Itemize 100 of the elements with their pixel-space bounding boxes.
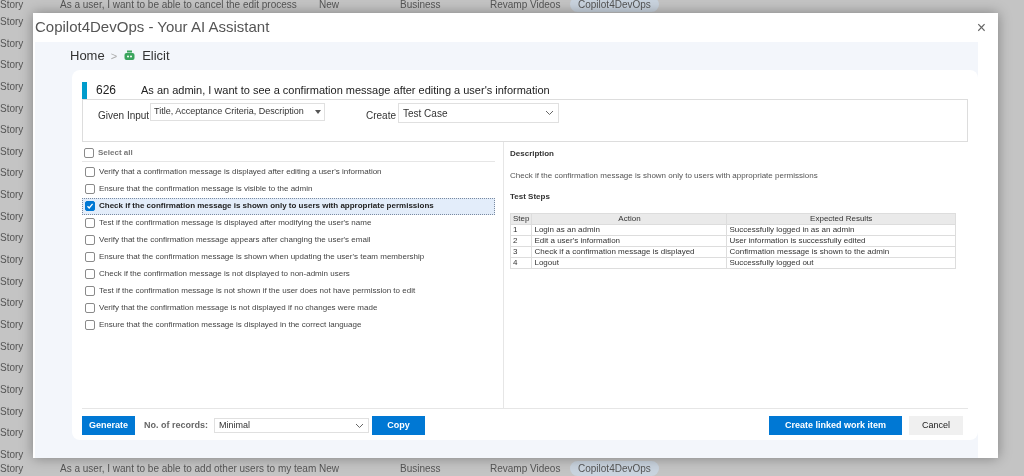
work-item-tag[interactable]: Copilot4DevOps <box>570 0 659 12</box>
test-case-label: Verify that a confirmation message is displayed after editing a user's information <box>99 166 382 179</box>
work-item-iteration: Revamp Videos <box>490 0 560 12</box>
work-item-type: Story <box>0 0 25 12</box>
work-item-type: Story <box>0 36 24 48</box>
table-cell: 3 <box>510 246 532 258</box>
work-item-title: As a user, I want to be able to add other users to my team <box>60 462 315 476</box>
table-cell: User information is successfully edited <box>726 235 956 247</box>
select-all-label[interactable]: Select all <box>98 147 133 159</box>
work-item-type: Story <box>0 361 24 373</box>
table-cell: Successfully logged in as an admin <box>726 224 956 236</box>
checkbox[interactable] <box>85 320 95 331</box>
test-case-row[interactable]: Test if the confirmation message is not shown if the user does not have permission to edit <box>82 283 495 300</box>
generate-button[interactable]: Generate <box>82 416 136 435</box>
work-item-heading: As an admin, I want to see a confirmation message after editing a user's information <box>141 82 550 98</box>
test-case-row[interactable]: Verify that a confirmation message is displayed after editing a user's information <box>82 164 495 181</box>
work-item-type: Story <box>0 462 25 476</box>
work-item-type: Story <box>0 382 24 394</box>
work-item-type: Story <box>0 274 24 286</box>
work-item-type: Story <box>0 58 24 70</box>
records-select[interactable]: Minimal <box>214 418 370 433</box>
checkbox[interactable] <box>85 167 95 178</box>
checkbox[interactable] <box>85 303 95 314</box>
table-cell: 2 <box>510 235 532 247</box>
table-cell: Check if a confirmation message is displayed <box>531 246 727 258</box>
work-item-type: Story <box>0 188 24 200</box>
table-cell: 1 <box>510 224 532 236</box>
checkbox[interactable] <box>85 252 95 263</box>
copy-button[interactable]: Copy <box>372 416 426 435</box>
test-case-label: Ensure that the confirmation message is shown when updating the user's team membership <box>99 251 425 264</box>
test-case-row[interactable]: Test if the confirmation message is displayed after modifying the user's name <box>82 215 495 232</box>
checked-checkbox[interactable] <box>85 201 95 212</box>
checkbox[interactable] <box>85 218 95 229</box>
work-item-type: Story <box>0 404 24 416</box>
close-button[interactable]: × <box>976 19 986 36</box>
work-item-state: New <box>318 462 340 476</box>
checkbox[interactable] <box>84 148 94 158</box>
triangle-down-icon <box>315 110 321 114</box>
work-item-type: Story <box>0 426 24 438</box>
test-case-row[interactable]: Ensure that the confirmation message is shown when updating the user's team membership <box>82 249 495 266</box>
work-item-type: Story <box>0 209 24 221</box>
create-select[interactable]: Test Case <box>398 103 559 123</box>
given-input-select[interactable]: Title, Acceptance Criteria, Description <box>150 103 325 121</box>
breadcrumb-link[interactable]: Home <box>70 46 105 66</box>
work-item-id: 626 <box>96 82 118 99</box>
robot-icon <box>123 50 137 62</box>
test-case-label: Check if the confirmation message is not displayed to non-admin users <box>99 268 350 281</box>
work-item-iteration: Revamp Videos <box>490 462 560 476</box>
accent-bar <box>82 81 87 99</box>
test-case-row[interactable]: Ensure that the confirmation message is displayed in the correct language <box>82 317 495 334</box>
test-case-label: Verify that the confirmation message is not displayed if no changes were made <box>99 302 378 315</box>
test-case-row[interactable]: Ensure that the confirmation message is visible to the admin <box>82 181 495 198</box>
table-cell: Confirmation message is shown to the admin <box>726 246 956 258</box>
create-linked-work-item-button[interactable]: Create linked work item <box>769 416 902 435</box>
work-item-type: Story <box>0 101 24 113</box>
create-label: Create <box>366 109 397 123</box>
description-text: Check if the confirmation message is shown only to users with appropriate permissions <box>510 170 819 182</box>
table-cell: 4 <box>510 257 532 269</box>
work-item-type: Story <box>0 253 24 265</box>
breadcrumb-current[interactable]: Elicit <box>142 46 170 66</box>
table-cell: Edit a user's information <box>531 235 727 247</box>
work-item-type: Story <box>0 296 24 308</box>
table-cell: Login as an admin <box>531 224 727 236</box>
table-cell: Logout <box>531 257 727 269</box>
test-case-label: Check if the confirmation message is shown only to users with appropriate permissions <box>99 200 434 213</box>
work-item-type: Story <box>0 317 24 329</box>
work-item-title: As a user, I want to be able to cancel the edit process <box>60 0 298 12</box>
test-case-row[interactable]: Check if the confirmation message is shown only to users with appropriate permissions <box>82 198 495 215</box>
work-item-area: Business <box>400 461 460 476</box>
dialog-title: Copilot4DevOps - Your AI Assistant <box>35 17 270 38</box>
work-item-type: Story <box>0 339 24 351</box>
chevron-down-icon <box>355 422 365 429</box>
cancel-button[interactable]: Cancel <box>909 416 963 435</box>
test-case-label: Ensure that the confirmation message is displayed in the correct language <box>99 319 362 332</box>
description-heading: Description <box>510 148 555 160</box>
checkbox[interactable] <box>85 269 95 280</box>
work-item-tag[interactable]: Copilot4DevOps <box>570 461 659 476</box>
column-header: Step <box>510 213 532 225</box>
chevron-down-icon <box>545 110 554 116</box>
test-case-label: Test if the confirmation message is not shown if the user does not have permission to edit <box>99 285 416 298</box>
work-item-state: New <box>318 0 340 12</box>
test-case-label: Ensure that the confirmation message is visible to the admin <box>99 183 313 196</box>
chevron-right-icon: > <box>110 47 118 65</box>
work-item-type: Story <box>0 123 24 135</box>
column-header: Expected Results <box>726 213 956 225</box>
records-label: No. of records: <box>144 418 209 432</box>
test-case-row[interactable]: Verify that the confirmation message appears after changing the user's email <box>82 232 495 249</box>
test-case-row[interactable]: Verify that the confirmation message is not displayed if no changes were made <box>82 300 495 317</box>
checkbox[interactable] <box>85 235 95 246</box>
work-item-type: Story <box>0 231 24 243</box>
test-case-row[interactable]: Check if the confirmation message is not displayed to non-admin users <box>82 266 495 283</box>
work-item-type: Story <box>0 79 24 91</box>
work-item-type: Story <box>0 144 24 156</box>
checkbox[interactable] <box>85 286 95 297</box>
test-case-label: Test if the confirmation message is displayed after modifying the user's name <box>99 217 372 230</box>
test-steps-heading: Test Steps <box>510 191 551 203</box>
checkbox[interactable] <box>85 184 95 195</box>
column-header: Action <box>531 213 727 225</box>
table-cell: Successfully logged out <box>726 257 956 269</box>
given-input-label: Given Input <box>98 109 150 123</box>
